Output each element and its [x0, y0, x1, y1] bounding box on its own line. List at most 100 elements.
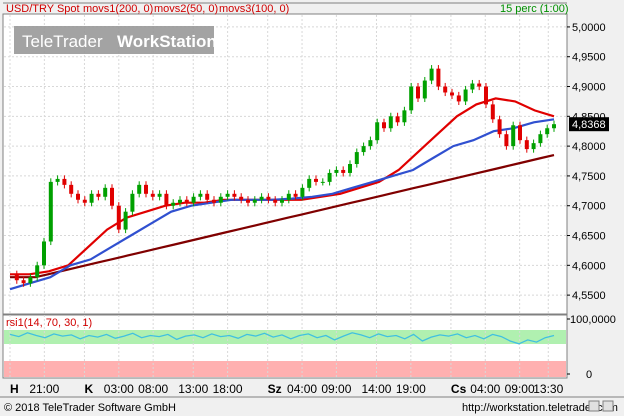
x-tick-label: 04:00: [287, 382, 317, 396]
candle-body: [456, 95, 461, 102]
x-tick-label: K: [84, 382, 93, 396]
candle-body: [14, 274, 19, 281]
candle-body: [368, 140, 373, 147]
candle-body: [69, 184, 74, 194]
candle-body: [402, 110, 407, 123]
period-label: 15 perc (1:00): [500, 3, 568, 15]
candle-body: [314, 178, 318, 182]
y-tick-label: 4,5500: [572, 290, 606, 302]
candle-body: [484, 86, 488, 105]
candle-body: [252, 199, 257, 203]
candle-body: [184, 199, 189, 203]
candle-body: [123, 211, 128, 230]
x-tick-label: 04:00: [470, 382, 500, 396]
rsi-tick-label: 100,0000: [570, 314, 616, 326]
candle-body: [116, 205, 121, 230]
candle-body: [450, 92, 454, 96]
candle-body: [157, 193, 162, 197]
candle-body: [307, 178, 312, 188]
candle-body: [422, 80, 427, 99]
candle-body: [28, 277, 33, 284]
candle-body: [273, 199, 278, 203]
copyright-text: © 2018 TeleTrader Software GmbH: [4, 402, 176, 414]
candle-body: [552, 124, 556, 129]
candle-body: [436, 68, 441, 87]
x-tick-label: 13:00: [178, 382, 208, 396]
candle-body: [300, 187, 305, 197]
candle-body: [348, 164, 352, 173]
x-tick-label: 08:00: [138, 382, 168, 396]
candle-body: [103, 187, 108, 197]
x-tick-label: 18:00: [213, 382, 243, 396]
candle-body: [164, 193, 169, 206]
candle-body: [239, 196, 244, 200]
watermark-brand: TeleTrader: [22, 32, 103, 51]
candle-body: [198, 193, 203, 197]
x-tick-label: 21:00: [29, 382, 59, 396]
x-tick-label: 09:00: [321, 382, 351, 396]
candle-body: [110, 187, 114, 206]
overbought-band: [4, 330, 566, 344]
y-tick-label: 5,0000: [572, 22, 606, 34]
candle-body: [477, 83, 482, 87]
y-tick-label: 4,6500: [572, 231, 606, 243]
chart: 4,55004,60004,65004,70004,75004,80004,85…: [0, 0, 624, 416]
candle-body: [334, 169, 339, 173]
x-tick-label: 19:00: [396, 382, 426, 396]
candle-body: [293, 193, 298, 197]
candle-body: [205, 193, 210, 200]
candle-body: [96, 193, 101, 197]
x-tick-label: 13:30: [533, 382, 563, 396]
x-tick-label: 14:00: [361, 382, 391, 396]
candle-body: [191, 196, 196, 203]
candle-body: [171, 202, 176, 206]
x-tick-label: 03:00: [104, 382, 134, 396]
candle-body: [382, 122, 386, 129]
candle-body: [218, 196, 223, 203]
candle-body: [82, 199, 87, 203]
candle-body: [55, 178, 60, 182]
price-panel[interactable]: [2, 13, 568, 315]
maximize-icon[interactable]: [602, 400, 614, 412]
watermark-product: WorkStation: [117, 32, 217, 51]
x-tick-label: 09:00: [505, 382, 535, 396]
candle-body: [545, 128, 550, 135]
candle-body: [429, 68, 434, 81]
candle-body: [511, 125, 516, 147]
rsi-tick-label: 0: [586, 369, 592, 381]
symbol-label: USD/TRY Spot: [6, 3, 80, 15]
candle-body: [504, 134, 509, 147]
mov3-label: movs3(100, 0): [219, 3, 289, 15]
x-tick-label: H: [10, 382, 19, 396]
last-value-label: 4,8368: [572, 119, 606, 131]
candle-body: [327, 172, 332, 182]
candle-body: [212, 199, 216, 203]
candle-body: [518, 125, 522, 141]
candle-body: [286, 193, 291, 200]
candle-body: [48, 181, 53, 242]
y-tick-label: 4,7000: [572, 201, 606, 213]
candle-body: [76, 193, 80, 200]
candle-body: [35, 265, 40, 278]
candle-body: [259, 196, 264, 200]
candle-body: [490, 104, 495, 120]
rsi-label: rsi1(14, 70, 30, 1): [6, 317, 92, 329]
candle-body: [89, 193, 94, 203]
mov2-label: movs2(50, 0): [154, 3, 218, 15]
candle-body: [130, 193, 135, 212]
candle-body: [361, 146, 366, 153]
candle-body: [538, 134, 543, 144]
minimize-icon[interactable]: [588, 400, 600, 412]
mov1-label: movs1(200, 0): [83, 3, 153, 15]
candle-body: [497, 119, 502, 135]
x-tick-label: Sz: [268, 382, 282, 396]
candle-body: [21, 280, 26, 284]
candle-body: [225, 193, 230, 197]
candle-body: [443, 86, 448, 93]
candle-body: [246, 199, 250, 203]
candle-body: [341, 169, 346, 173]
y-tick-label: 4,6000: [572, 260, 606, 272]
candle-body: [42, 241, 46, 266]
y-tick-label: 4,8000: [572, 141, 606, 153]
candle-body: [354, 152, 359, 164]
